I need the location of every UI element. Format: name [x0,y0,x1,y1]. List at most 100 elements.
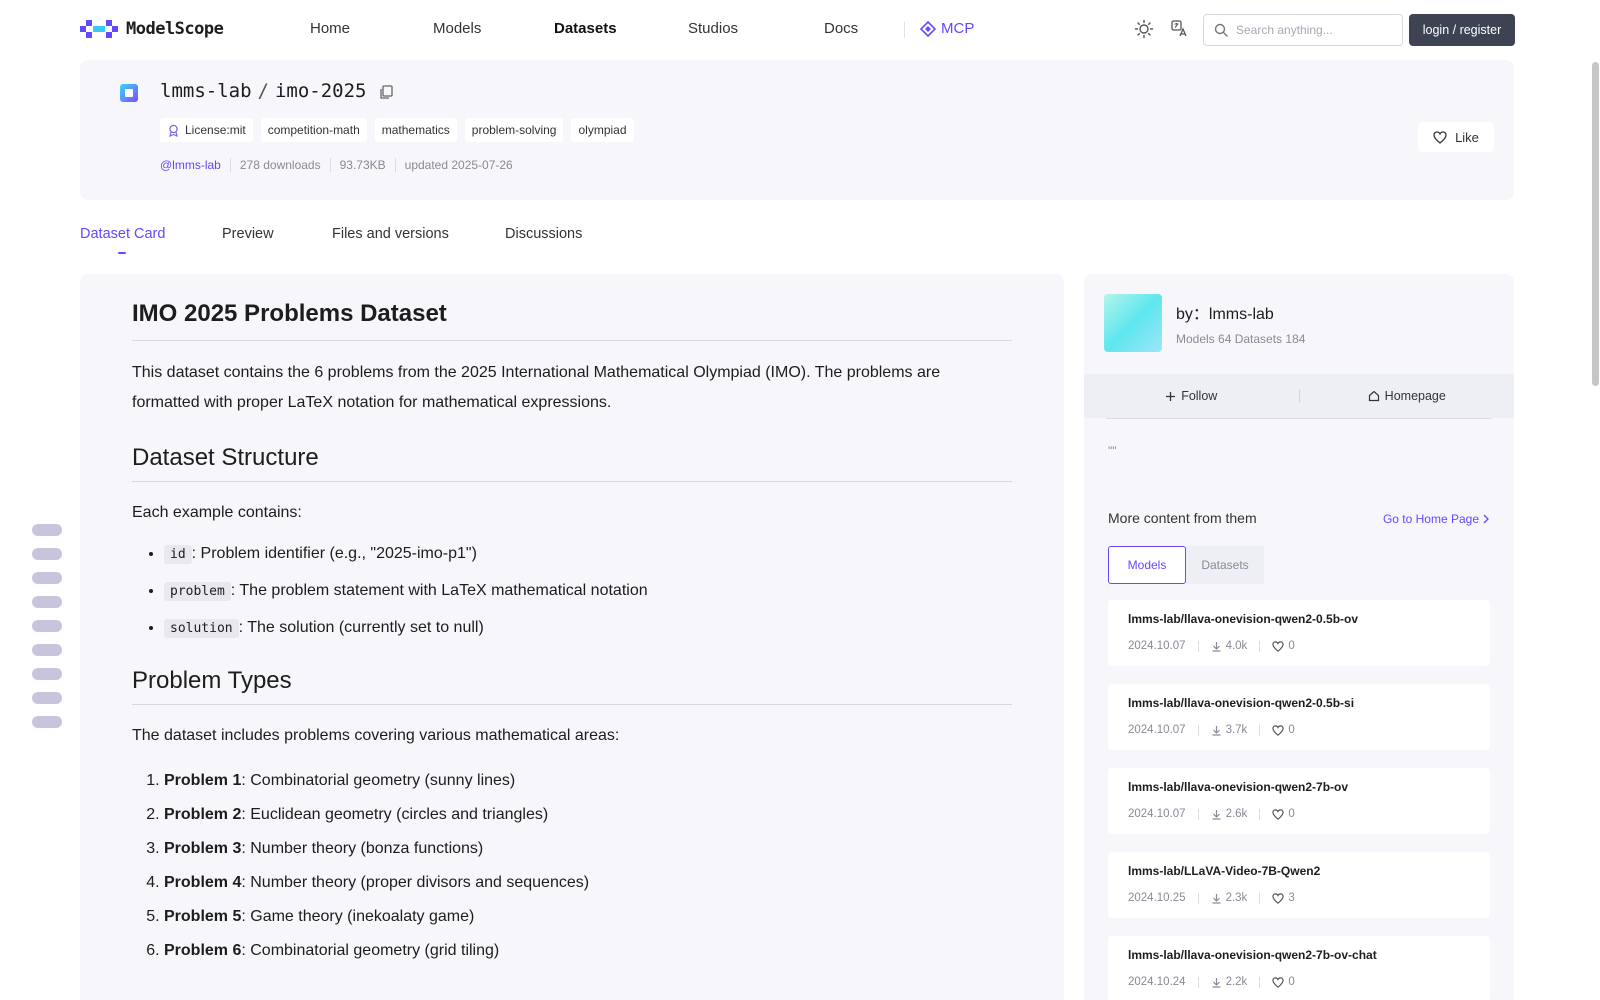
model-likes: 0 [1272,808,1295,820]
page-scrollbar-thumb[interactable] [1592,62,1599,386]
tab-discussions[interactable]: Discussions [505,226,582,242]
tag-license[interactable]: License:mit [160,118,253,142]
homepage-label: Homepage [1384,389,1446,403]
org-by-prefix: by： [1176,306,1209,323]
nav-models[interactable]: Models [433,20,481,37]
sidebar-divider [1106,418,1492,419]
chevron-right-icon [1483,514,1489,524]
copy-icon[interactable] [378,83,394,99]
field-desc: : Problem identifier (e.g., "2025-imo-p1… [191,545,477,562]
list-item: solution: The solution (currently set to… [164,610,1012,647]
tab-preview[interactable]: Preview [222,226,274,242]
list-item: Problem 4: Number theory (proper divisor… [164,866,1012,900]
tab-dataset-card[interactable]: Dataset Card [80,226,165,254]
model-downloads: 2.6k [1211,808,1248,820]
problem-label: Problem 2 [164,806,242,823]
field-desc: : The solution (currently set to null) [238,619,484,636]
model-meta: 2024.10.25 2.3k 3 [1128,892,1470,904]
login-register-button[interactable]: login / register [1409,14,1515,46]
download-icon [1212,641,1221,652]
search-input[interactable] [1236,23,1396,37]
field-code: problem [164,582,231,601]
tag-list: License:mit competition-math mathematics… [160,118,634,142]
nav-docs[interactable]: Docs [824,20,858,37]
heart-icon [1272,808,1284,820]
model-name: lmms-lab/llava-onevision-qwen2-7b-ov-cha… [1128,948,1377,962]
model-downloads: 3.7k [1211,724,1247,736]
download-count: 4.0k [1225,640,1248,652]
nav-divider [904,22,905,38]
problem-list: Problem 1: Combinatorial geometry (sunny… [132,764,1012,968]
problem-desc: : Game theory (inekoalaty game) [241,908,475,925]
toc-indicator[interactable] [32,524,62,740]
problem-desc: : Number theory (bonza functions) [241,840,484,857]
problem-label: Problem 5 [164,908,242,925]
heart-icon [1272,724,1284,736]
sub-tab-models[interactable]: Models [1108,546,1186,584]
tab-files-and-versions[interactable]: Files and versions [332,226,449,242]
modelscope-logo[interactable]: ModelScope [80,18,224,40]
model-card[interactable]: lmms-lab/llava-onevision-qwen2-7b-ov 202… [1108,768,1490,834]
more-content-title: More content from them [1108,510,1257,526]
tag-item[interactable]: competition-math [260,118,367,142]
download-count: 2.6k [1225,808,1248,820]
plus-icon [1166,391,1176,401]
dataset-card-content: IMO 2025 Problems Dataset This dataset c… [80,274,1064,1000]
model-likes: 3 [1272,892,1295,904]
repo-title: lmms-lab / imo-2025 [160,80,394,102]
list-item: Problem 6: Combinatorial geometry (grid … [164,934,1012,968]
problem-label: Problem 6 [164,942,242,959]
model-name: lmms-lab/llava-onevision-qwen2-0.5b-si [1128,696,1355,710]
like-count: 3 [1288,892,1295,904]
mcp-icon [920,20,936,37]
like-button[interactable]: Like [1418,122,1494,152]
nav-datasets[interactable]: Datasets [554,20,617,37]
heading-dataset-structure: Dataset Structure [132,444,1012,482]
org-by-line: by：lmms-lab [1176,300,1274,324]
nav-home[interactable]: Home [310,20,350,37]
model-card[interactable]: lmms-lab/llava-onevision-qwen2-0.5b-ov 2… [1108,600,1490,666]
repo-owner[interactable]: lmms-lab [160,80,252,102]
model-date: 2024.10.25 [1128,892,1186,904]
model-card[interactable]: lmms-lab/llava-onevision-qwen2-7b-ov-cha… [1108,936,1490,1000]
org-avatar[interactable] [1104,294,1162,352]
problem-desc: : Combinatorial geometry (grid tiling) [241,942,500,959]
heart-icon [1433,130,1447,144]
nav-mcp[interactable]: MCP [920,20,974,37]
tag-item[interactable]: mathematics [374,118,457,142]
model-card[interactable]: lmms-lab/LLaVA-Video-7B-Qwen2 2024.10.25… [1108,852,1490,918]
tag-item[interactable]: problem-solving [464,118,564,142]
nav-studios[interactable]: Studios [688,20,738,37]
sub-tab-datasets[interactable]: Datasets [1186,546,1264,584]
readme: IMO 2025 Problems Dataset This dataset c… [132,300,1012,968]
download-count: 278 downloads [229,158,330,172]
homepage-button[interactable]: Homepage [1300,389,1515,403]
home-icon [1368,390,1379,402]
nav-mcp-label: MCP [941,20,975,37]
model-date: 2024.10.07 [1128,808,1186,820]
heading-problem-types: Problem Types [132,667,1012,705]
org-name[interactable]: lmms-lab [1209,306,1274,323]
sun-icon[interactable] [1134,19,1154,39]
search-box[interactable] [1203,14,1403,46]
model-date: 2024.10.07 [1128,640,1186,652]
translate-icon[interactable] [1170,19,1190,39]
like-count: 0 [1288,724,1295,736]
model-card[interactable]: lmms-lab/llava-onevision-qwen2-0.5b-si 2… [1108,684,1490,750]
list-item: problem: The problem statement with LaTe… [164,573,1012,610]
repo-owner-link[interactable]: @lmms-lab [160,158,230,172]
model-likes: 0 [1272,976,1295,988]
download-icon [1212,725,1221,736]
org-actions: Follow Homepage [1084,374,1514,418]
updated-date: updated 2025-07-26 [394,158,522,172]
go-home-label: Go to Home Page [1382,512,1479,526]
follow-button[interactable]: Follow [1084,389,1299,403]
tag-item[interactable]: olympiad [571,118,634,142]
list-item: Problem 5: Game theory (inekoalaty game) [164,900,1012,934]
author-sidebar: by：lmms-lab Models 64 Datasets 184 Follo… [1084,274,1514,1000]
field-desc: : The problem statement with LaTeX mathe… [230,582,648,599]
like-label: Like [1455,129,1479,145]
go-to-home-page-link[interactable]: Go to Home Page [1383,512,1490,526]
tag-license-label: License:mit [185,123,246,137]
download-count: 2.3k [1225,892,1248,904]
